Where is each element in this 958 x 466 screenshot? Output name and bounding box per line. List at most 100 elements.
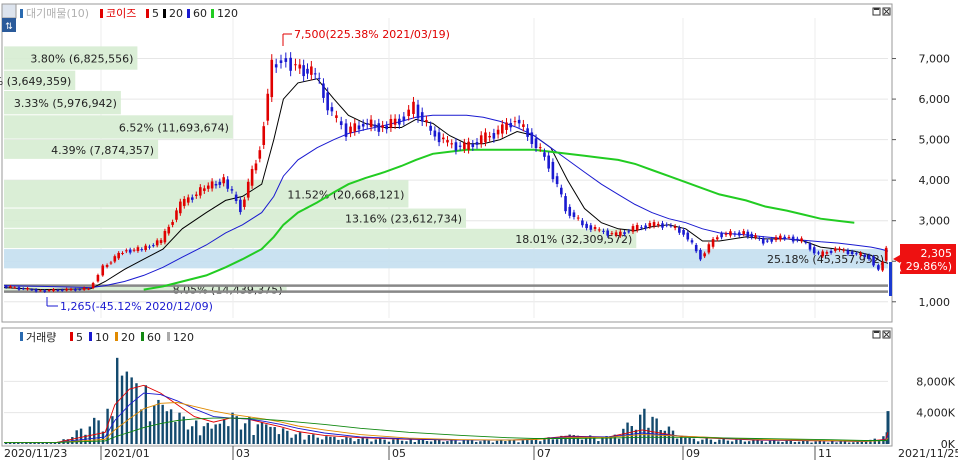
x-tick-label: 2021/01 — [104, 447, 150, 460]
candle-body — [585, 223, 588, 229]
volume-bar — [17, 442, 20, 444]
candle-body — [737, 232, 741, 236]
volume-bar — [539, 441, 542, 444]
volume-bar — [743, 441, 747, 444]
candle-body — [234, 194, 238, 201]
volume-bar — [195, 420, 198, 444]
volume-bar — [634, 429, 638, 444]
volume-bar — [174, 421, 177, 444]
candle-body — [125, 250, 128, 252]
volume-bar — [479, 441, 482, 444]
candle-body — [226, 179, 230, 189]
scroll-indicator[interactable] — [889, 262, 892, 296]
candle-body — [313, 73, 317, 75]
candle-body — [690, 240, 694, 243]
volume-bar — [243, 423, 247, 444]
volume-bar — [756, 440, 759, 444]
volume-bar — [726, 440, 730, 444]
candle-body — [678, 227, 681, 233]
x-tick-label: 07 — [537, 447, 551, 460]
candle-body — [733, 233, 737, 235]
volume-bar — [252, 435, 255, 444]
candle-body — [715, 237, 719, 240]
candle-body — [509, 122, 513, 128]
volume-bar — [458, 442, 461, 444]
candle-body — [335, 115, 338, 118]
volume-bar — [144, 385, 148, 444]
volume-bar — [639, 414, 642, 444]
candle-body — [812, 247, 816, 254]
legend-label: 5 — [152, 7, 159, 20]
candle-body — [373, 124, 377, 127]
volume-bar — [705, 438, 708, 444]
volume-bar — [286, 430, 289, 444]
volume-bar — [21, 443, 24, 444]
candle-body — [881, 262, 884, 271]
volume-bar — [475, 441, 478, 444]
volume-bar — [37, 442, 40, 444]
volume-bar — [843, 441, 847, 444]
volume-profile-label: 13.16% (23,612,734) — [345, 213, 462, 226]
candle-body — [132, 249, 136, 251]
candle-body — [203, 188, 206, 191]
candle-body — [821, 251, 824, 257]
candle-body — [619, 231, 622, 236]
candle-body — [91, 283, 95, 289]
volume-bar — [140, 409, 143, 444]
volume-bar — [378, 438, 382, 444]
volume-bar — [442, 441, 445, 444]
candle-body — [686, 232, 690, 240]
volume-bar — [303, 439, 306, 444]
volume-bar — [290, 437, 293, 444]
volume-bar — [325, 436, 328, 444]
candle-body — [171, 222, 174, 225]
volume-bar — [337, 439, 340, 444]
candle-body — [437, 132, 441, 143]
volume-bar — [186, 429, 190, 444]
legend-label: 120 — [173, 331, 194, 344]
legend-swatch — [70, 332, 73, 341]
volume-profile-bar — [4, 249, 888, 269]
candle-body — [665, 224, 668, 226]
candle-body — [47, 290, 51, 292]
candle-body — [179, 201, 182, 214]
volume-bar — [178, 412, 181, 444]
candle-body — [317, 77, 321, 79]
price-tick-label: 4,000 — [919, 174, 951, 187]
volume-bar — [202, 426, 206, 444]
volume-bar — [655, 418, 658, 444]
candle-body — [393, 118, 397, 125]
volume-bar — [277, 434, 281, 444]
volume-tick-label: 8,000K — [916, 375, 955, 388]
candle-body — [398, 118, 401, 125]
candle-body — [175, 210, 178, 220]
volume-bar — [312, 434, 315, 444]
candle-body — [199, 187, 202, 196]
candle-body — [534, 138, 538, 149]
candle-body — [475, 142, 479, 145]
volume-bar — [508, 440, 511, 444]
candle-body — [239, 199, 242, 213]
volume-bar — [555, 439, 559, 444]
candle-body — [117, 252, 120, 259]
candle-body — [758, 238, 761, 240]
volume-bar — [747, 441, 751, 444]
current-price-badge: 2,305 ( 29.86%) — [893, 244, 956, 274]
x-tick-label: 03 — [236, 447, 250, 460]
volume-bar — [421, 439, 425, 444]
candle-body — [344, 123, 348, 137]
candle-body — [258, 150, 262, 159]
candle-body — [808, 243, 812, 250]
candle-body — [568, 206, 572, 216]
candle-body — [471, 144, 475, 148]
candle-body — [458, 145, 462, 147]
candle-body — [610, 233, 614, 235]
candle-body — [492, 133, 496, 139]
volume-bar — [333, 436, 336, 444]
candle-body — [766, 240, 769, 242]
candle-body — [9, 286, 12, 288]
legend-swatch — [89, 332, 92, 341]
candle-body — [105, 264, 109, 267]
volume-bar — [374, 439, 378, 444]
candle-body — [699, 249, 702, 260]
